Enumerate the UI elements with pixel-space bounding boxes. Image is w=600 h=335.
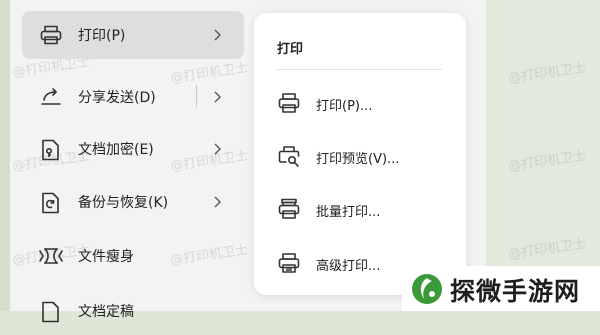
menu-divider: [196, 85, 197, 107]
menu-item-label: 文档定稿: [78, 304, 134, 320]
submenu-divider: [276, 69, 442, 70]
brand-logo-icon: [410, 272, 444, 306]
brand-name: 探微手游网: [450, 277, 581, 306]
advanced-print-icon: [278, 252, 300, 274]
chevron-right-icon: [212, 141, 222, 155]
submenu-item-batch-print[interactable]: 批量打印...: [268, 189, 454, 229]
menu-item-finalize[interactable]: 文档定稿: [22, 287, 244, 335]
menu-item-label: 文件瘦身: [78, 249, 134, 265]
menu-item-label: 文档加密(E): [78, 142, 154, 158]
encrypt-icon: [40, 139, 62, 161]
printer-icon: [40, 25, 62, 45]
submenu-item-label: 打印(P)...: [316, 99, 373, 114]
submenu-item-print-preview[interactable]: 打印预览(V)...: [268, 136, 454, 176]
menu-item-encrypt[interactable]: 文档加密(E): [22, 125, 244, 173]
submenu-item-print[interactable]: 打印(P)...: [268, 83, 454, 123]
slim-icon: [38, 246, 63, 266]
menu-item-label: 分享发送(D): [78, 90, 156, 106]
finalize-icon: [40, 301, 62, 323]
share-icon: [40, 87, 62, 107]
menu-item-share[interactable]: 分享发送(D): [22, 73, 244, 121]
menu-item-backup[interactable]: 备份与恢复(K): [22, 178, 244, 226]
background-strip-left: [0, 0, 10, 311]
print-submenu: 打印 打印(P)... 打印预览(V)... 批量打印... 高级打印...: [254, 13, 466, 295]
brand-badge: 探微手游网: [402, 266, 600, 311]
menu-item-label: 打印(P): [78, 28, 126, 44]
chevron-right-icon: [212, 194, 222, 208]
submenu-item-label: 打印预览(V)...: [316, 152, 400, 167]
chevron-right-icon: [212, 27, 222, 41]
menu-item-print[interactable]: 打印(P): [22, 11, 244, 59]
menu-item-label: 备份与恢复(K): [78, 195, 169, 211]
submenu-item-label: 批量打印...: [316, 205, 381, 220]
submenu-title: 打印: [277, 42, 304, 57]
chevron-right-icon: [212, 89, 222, 103]
submenu-item-label: 高级打印...: [316, 259, 381, 274]
print-preview-icon: [278, 145, 300, 167]
menu-item-slim[interactable]: 文件瘦身: [22, 232, 244, 280]
background-strip-right: [486, 0, 600, 311]
batch-print-icon: [278, 198, 300, 220]
printer-icon: [278, 92, 300, 114]
backup-icon: [40, 192, 62, 214]
